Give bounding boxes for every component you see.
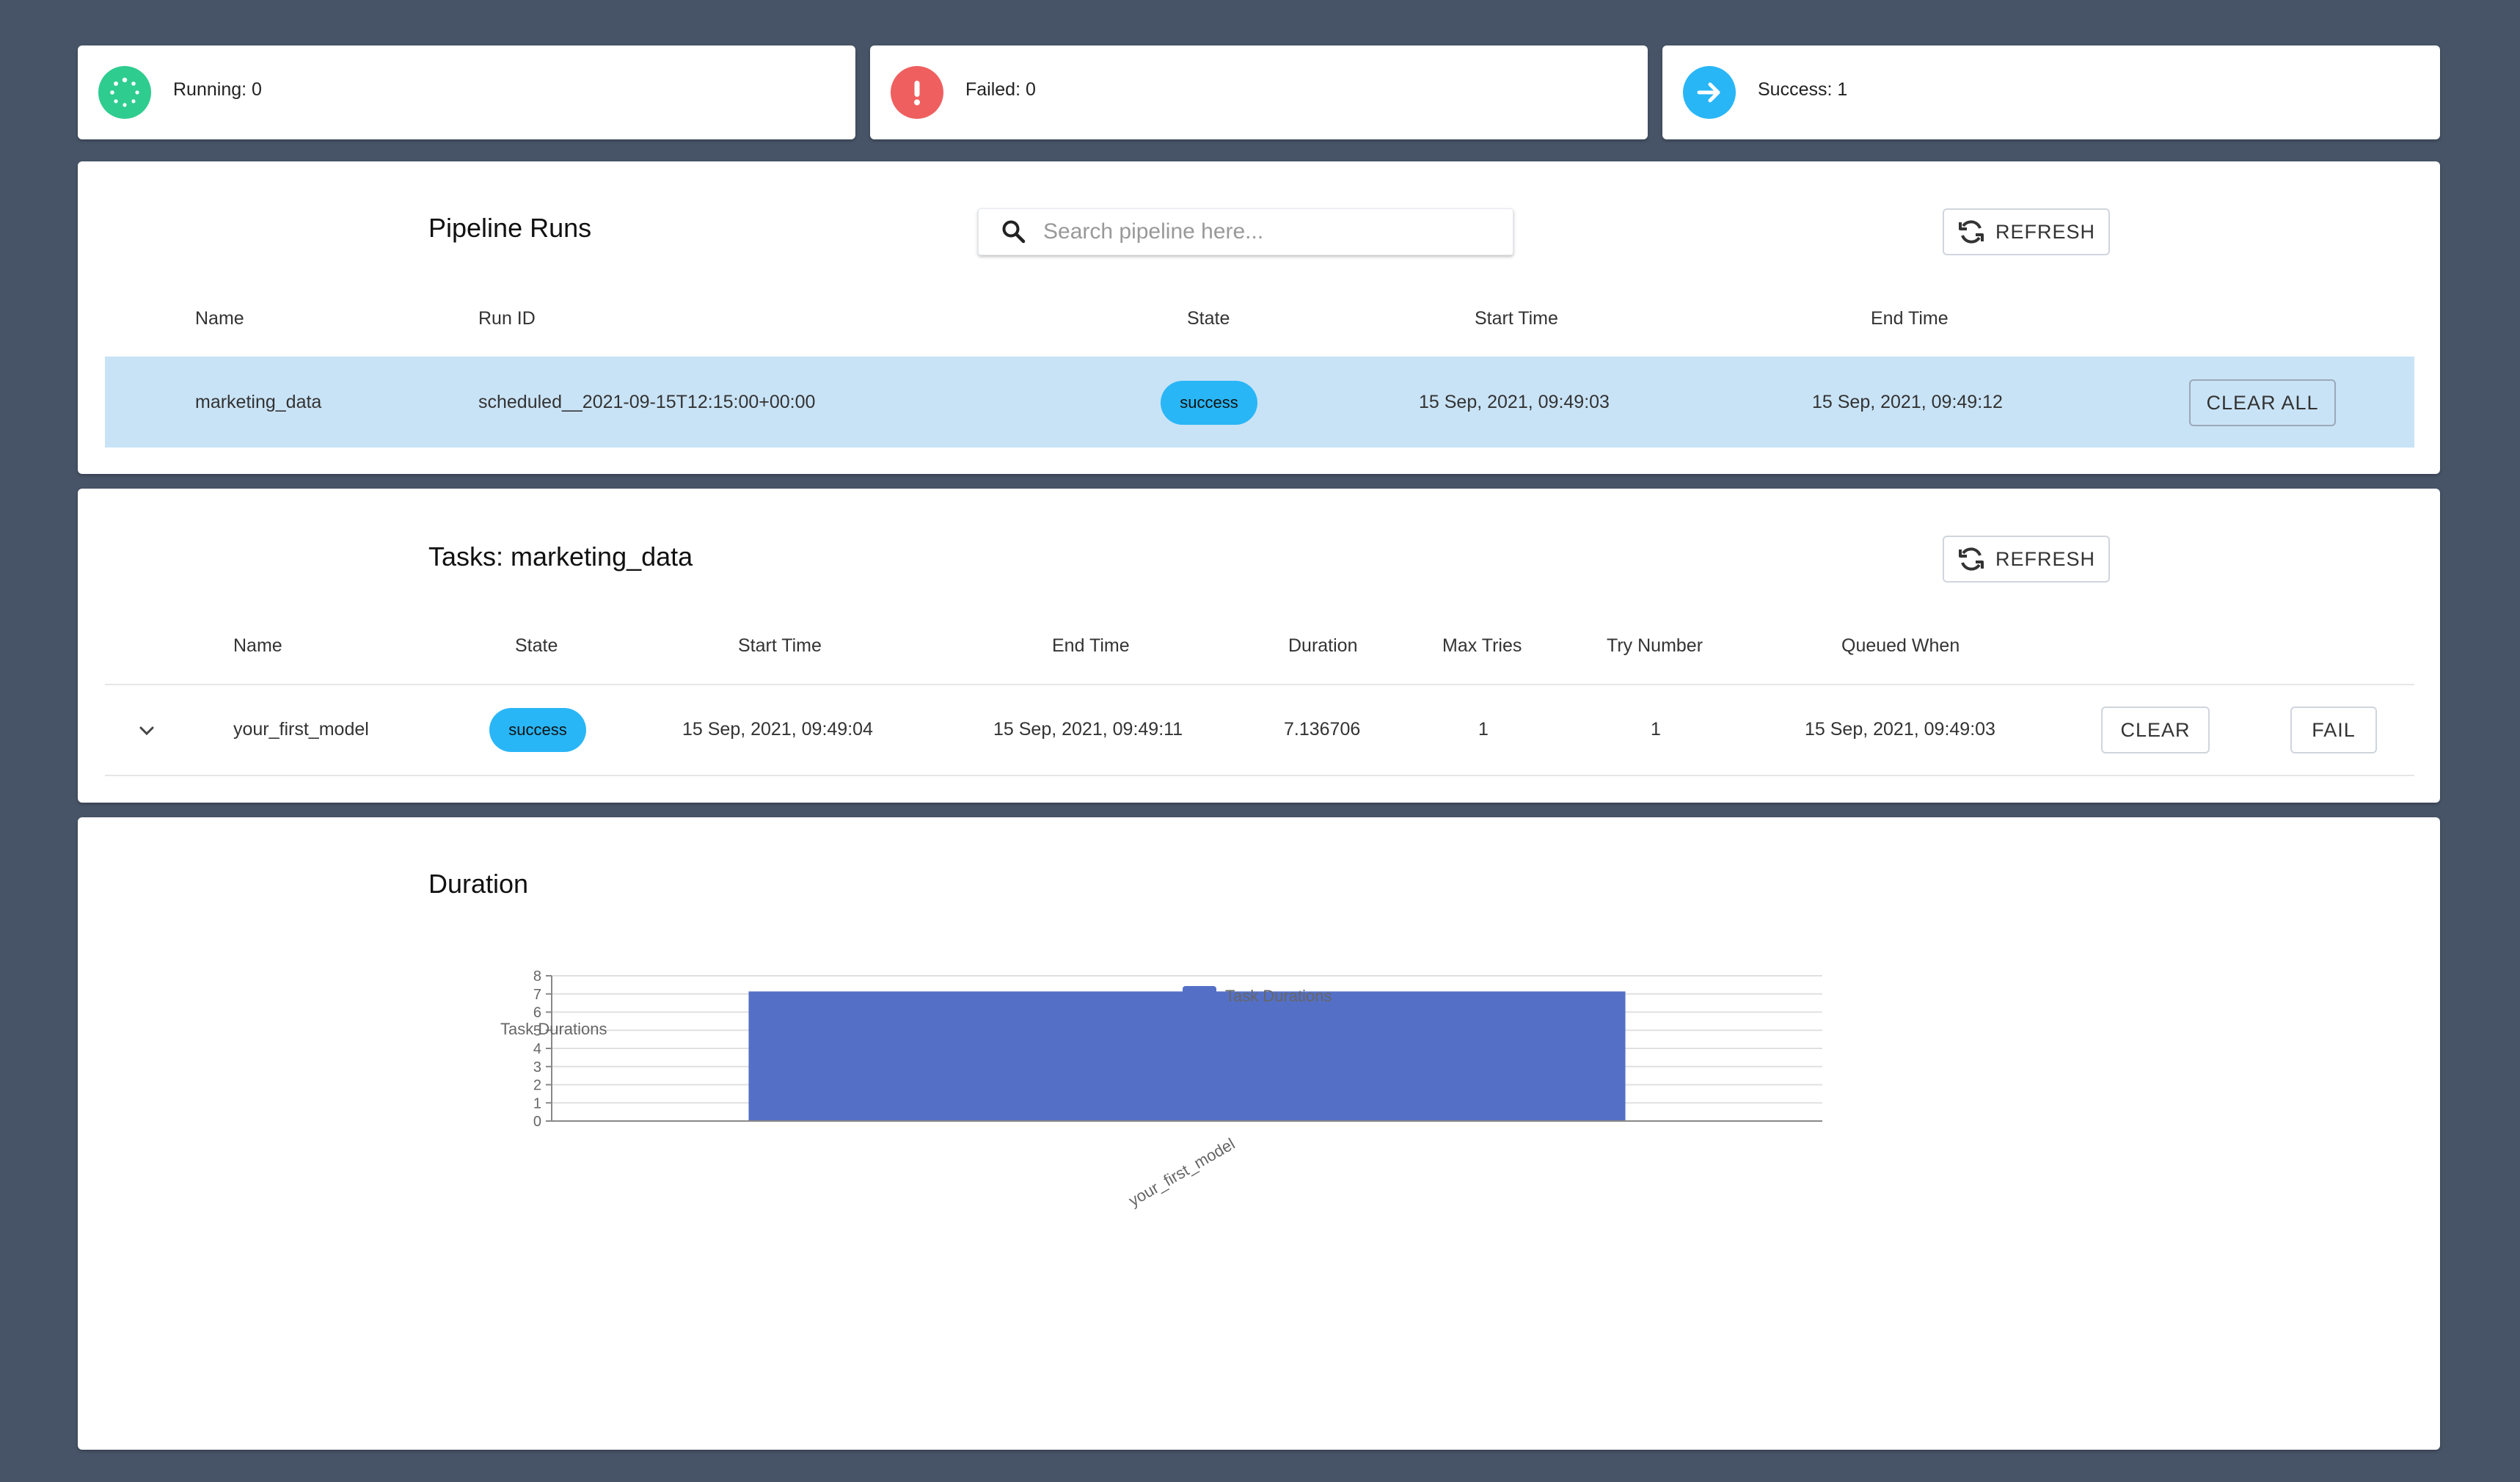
search-icon [1002, 220, 1026, 244]
pipeline-runs-title: Pipeline Runs [428, 213, 592, 243]
task-queued-when: 15 Sep, 2021, 09:49:03 [1805, 719, 1995, 740]
failed-count: Failed: 0 [965, 79, 1036, 100]
task-header-max-tries: Max Tries [1442, 635, 1522, 656]
y-tick-label: 6 [533, 1005, 541, 1021]
task-duration: 7.136706 [1284, 719, 1361, 740]
run-state-badge: success [1161, 381, 1257, 425]
y-tick-label: 7 [533, 987, 541, 1003]
refresh-icon [1957, 545, 1985, 573]
header-name: Name [195, 308, 244, 329]
bar [748, 991, 1626, 1121]
y-tick-label: 2 [533, 1078, 541, 1094]
task-try-number: 1 [1651, 719, 1661, 740]
refresh-icon [1957, 218, 1985, 246]
task-max-tries: 1 [1478, 719, 1489, 740]
success-status-card: Success: 1 [1662, 45, 2440, 139]
clear-all-button[interactable]: CLEAR ALL [2189, 379, 2336, 426]
run-id: scheduled__2021-09-15T12:15:00+00:00 [478, 392, 816, 412]
task-row-divider [105, 775, 2414, 776]
pipeline-refresh-label: REFRESH [1995, 220, 2095, 243]
tasks-refresh-button[interactable]: REFRESH [1943, 536, 2110, 583]
run-start-time: 15 Sep, 2021, 09:49:03 [1419, 392, 1610, 412]
task-header-start-time: Start Time [738, 635, 822, 656]
header-start-time: Start Time [1475, 308, 1558, 329]
y-axis-label: Task Durations [500, 1020, 607, 1038]
legend-label: Task Durations [1225, 987, 1332, 1005]
task-fail-button[interactable]: FAIL [2290, 707, 2377, 753]
legend-swatch[interactable] [1183, 986, 1216, 1005]
chevron-down-icon[interactable] [135, 719, 158, 742]
header-end-time: End Time [1871, 308, 1949, 329]
tasks-title: Tasks: marketing_data [428, 541, 693, 572]
task-header-name: Name [233, 635, 282, 656]
task-name: your_first_model [233, 719, 369, 740]
header-run-id: Run ID [478, 308, 536, 329]
y-tick-label: 0 [533, 1114, 541, 1130]
task-header-duration: Duration [1288, 635, 1358, 656]
failed-status-card: Failed: 0 [870, 45, 1648, 139]
header-state: State [1187, 308, 1230, 329]
running-count: Running: 0 [173, 79, 262, 100]
task-state-badge: success [489, 708, 586, 752]
task-header-end-time: End Time [1052, 635, 1130, 656]
success-count: Success: 1 [1758, 79, 1848, 100]
exclamation-icon [891, 66, 943, 119]
duration-chart: 012345678Task Durationsyour_first_model … [500, 968, 1822, 1210]
pipeline-search-input[interactable] [1042, 219, 1500, 245]
y-tick-label: 3 [533, 1059, 541, 1076]
task-clear-button[interactable]: CLEAR [2101, 707, 2210, 753]
running-icon [98, 66, 151, 119]
run-end-time: 15 Sep, 2021, 09:49:12 [1812, 392, 2003, 412]
task-header-try-number: Try Number [1607, 635, 1703, 656]
task-start-time: 15 Sep, 2021, 09:49:04 [682, 719, 873, 740]
tasks-refresh-label: REFRESH [1995, 547, 2095, 570]
arrow-right-icon [1683, 66, 1736, 119]
y-tick-label: 8 [533, 968, 541, 985]
y-tick-label: 4 [533, 1041, 541, 1057]
y-tick-label: 1 [533, 1095, 541, 1112]
x-tick-label: your_first_model [1125, 1134, 1238, 1210]
run-name: marketing_data [195, 392, 322, 412]
running-status-card: Running: 0 [78, 45, 855, 139]
pipeline-run-row[interactable] [105, 357, 2414, 448]
task-header-state: State [515, 635, 558, 656]
task-header-queued-when: Queued When [1841, 635, 1960, 656]
task-end-time: 15 Sep, 2021, 09:49:11 [993, 719, 1183, 740]
pipeline-refresh-button[interactable]: REFRESH [1943, 208, 2110, 255]
pipeline-search[interactable] [978, 208, 1513, 255]
task-row [105, 685, 2414, 776]
